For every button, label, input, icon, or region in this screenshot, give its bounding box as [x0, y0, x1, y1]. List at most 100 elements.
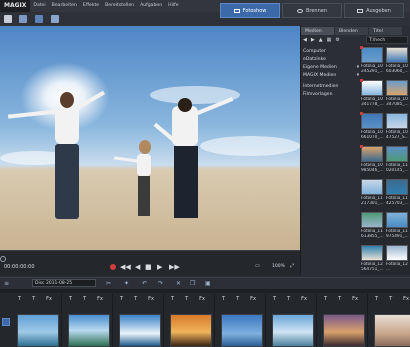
tree-item-internetmedien[interactable]: Internetmedien: [303, 83, 359, 91]
title-tool-button[interactable]: T: [185, 296, 188, 302]
text-tool-button[interactable]: T: [18, 296, 21, 302]
storyboard-clip[interactable]: T T Fx: [216, 294, 266, 347]
clip-thumbnail[interactable]: [374, 314, 410, 347]
effects-button[interactable]: Fx: [352, 296, 358, 302]
zoom-level[interactable]: 100%: [272, 264, 285, 269]
previous-button[interactable]: ◀: [135, 263, 140, 271]
fast-forward-button[interactable]: ▶▶: [169, 263, 180, 271]
text-tool-button[interactable]: T: [171, 296, 174, 302]
tree-item-edatzinke[interactable]: eDatzinke: [303, 56, 359, 64]
tree-item-computer[interactable]: Computer: [303, 48, 359, 56]
play-button[interactable]: ▶: [157, 263, 162, 271]
media-thumbnail[interactable]: [361, 146, 383, 162]
clip-thumbnail[interactable]: [272, 314, 314, 347]
mode-fotoshow-button[interactable]: Fotoshow: [220, 3, 280, 18]
menu-effekte[interactable]: Effekte: [80, 0, 102, 12]
mode-ausgeben-button[interactable]: Ausgeben: [344, 3, 404, 18]
effects-button[interactable]: Fx: [148, 296, 154, 302]
text-tool-button[interactable]: T: [375, 296, 378, 302]
tools-icon[interactable]: ✂: [106, 280, 111, 287]
effects-button[interactable]: Fx: [97, 296, 103, 302]
options-icon[interactable]: ⚙: [335, 37, 339, 43]
effects-button[interactable]: Fx: [301, 296, 307, 302]
tab-medien[interactable]: Medien: [301, 27, 334, 35]
tab-blenden[interactable]: Blenden: [335, 27, 368, 35]
menu-aufgaben[interactable]: Aufgaben: [137, 0, 165, 12]
clip-thumbnail[interactable]: [68, 314, 110, 347]
new-project-icon[interactable]: [4, 15, 12, 23]
storyboard-clip[interactable]: T T Fx: [318, 294, 368, 347]
effects-button[interactable]: Fx: [403, 296, 409, 302]
mode-brennen-button[interactable]: Brennen: [282, 3, 342, 18]
menu-bearbeiten[interactable]: Bearbeiten: [49, 0, 80, 12]
media-thumbnail[interactable]: [386, 245, 408, 261]
monitor-icon[interactable]: ▭: [255, 263, 260, 269]
scrub-handle[interactable]: [0, 256, 6, 262]
storyboard-clip[interactable]: T T Fx: [63, 294, 113, 347]
copy-icon[interactable]: ❐: [190, 280, 195, 287]
preview-monitor[interactable]: [0, 26, 300, 250]
media-thumbnail[interactable]: [386, 146, 408, 162]
record-button[interactable]: [110, 264, 116, 270]
forward-icon[interactable]: ▶: [311, 37, 315, 43]
delete-icon[interactable]: ✕: [176, 280, 181, 287]
effects-button[interactable]: Fx: [46, 296, 52, 302]
menu-datei[interactable]: Datei: [30, 0, 48, 12]
title-tool-button[interactable]: T: [134, 296, 137, 302]
clip-thumbnail[interactable]: [17, 314, 59, 347]
tree-item-magix-medien[interactable]: MAGIX Medien ▾: [303, 72, 359, 80]
tree-item-eigene-medien[interactable]: Eigene Medien ▾: [303, 64, 359, 72]
clip-thumbnail[interactable]: [221, 314, 263, 347]
text-tool-button[interactable]: T: [120, 296, 123, 302]
media-thumbnail[interactable]: [361, 179, 383, 195]
text-tool-button[interactable]: T: [69, 296, 72, 302]
fullscreen-icon[interactable]: ⤢: [290, 263, 294, 269]
save-icon[interactable]: [35, 15, 43, 23]
menu-hilfe[interactable]: Hilfe: [165, 0, 181, 12]
title-tool-button[interactable]: T: [287, 296, 290, 302]
title-tool-button[interactable]: T: [236, 296, 239, 302]
effects-icon[interactable]: ✦: [124, 280, 129, 287]
view-icon[interactable]: ▦: [327, 37, 332, 43]
clip-thumbnail[interactable]: [170, 314, 212, 347]
media-thumbnail[interactable]: [361, 245, 383, 261]
open-icon[interactable]: [19, 15, 27, 23]
disc-select[interactable]: Disc 2011-08-25: [32, 279, 96, 287]
storyboard-clip[interactable]: T T Fx: [165, 294, 215, 347]
title-tool-button[interactable]: T: [389, 296, 392, 302]
undo-icon[interactable]: ↶: [142, 280, 147, 287]
storyboard-clip[interactable]: T T Fx: [267, 294, 317, 347]
up-icon[interactable]: ▲: [319, 37, 323, 43]
text-tool-button[interactable]: T: [324, 296, 327, 302]
menu-bereitstellen[interactable]: Bereitstellen: [102, 0, 137, 12]
back-icon[interactable]: ◀: [303, 37, 307, 43]
text-tool-button[interactable]: T: [222, 296, 225, 302]
media-thumbnail[interactable]: [361, 212, 383, 228]
media-thumbnail[interactable]: [361, 80, 383, 96]
clip-thumbnail[interactable]: [119, 314, 161, 347]
storyboard-clip[interactable]: T T Fx: [369, 294, 410, 347]
media-thumbnail[interactable]: [361, 47, 383, 63]
menu-icon[interactable]: ≡: [4, 280, 9, 287]
stop-button[interactable]: ■: [145, 263, 152, 271]
rewind-button[interactable]: ◀◀: [120, 263, 131, 271]
redo-icon[interactable]: ↷: [158, 280, 163, 287]
storyboard-mode-button[interactable]: [2, 318, 10, 326]
path-field[interactable]: T:\hech: [366, 36, 408, 44]
media-thumbnail[interactable]: [386, 212, 408, 228]
media-thumbnail[interactable]: [386, 47, 408, 63]
effects-button[interactable]: Fx: [199, 296, 205, 302]
media-thumbnail[interactable]: [386, 113, 408, 129]
title-tool-button[interactable]: T: [83, 296, 86, 302]
paste-icon[interactable]: ▣: [205, 280, 211, 287]
effects-button[interactable]: Fx: [250, 296, 256, 302]
storyboard-clip[interactable]: T T Fx: [12, 294, 62, 347]
storyboard-clip[interactable]: T T Fx: [114, 294, 164, 347]
clip-thumbnail[interactable]: [323, 314, 365, 347]
text-tool-button[interactable]: T: [273, 296, 276, 302]
title-tool-button[interactable]: T: [338, 296, 341, 302]
export-icon[interactable]: [51, 15, 59, 23]
media-thumbnail[interactable]: [361, 113, 383, 129]
media-thumbnail[interactable]: [386, 179, 408, 195]
media-thumbnail[interactable]: [386, 80, 408, 96]
